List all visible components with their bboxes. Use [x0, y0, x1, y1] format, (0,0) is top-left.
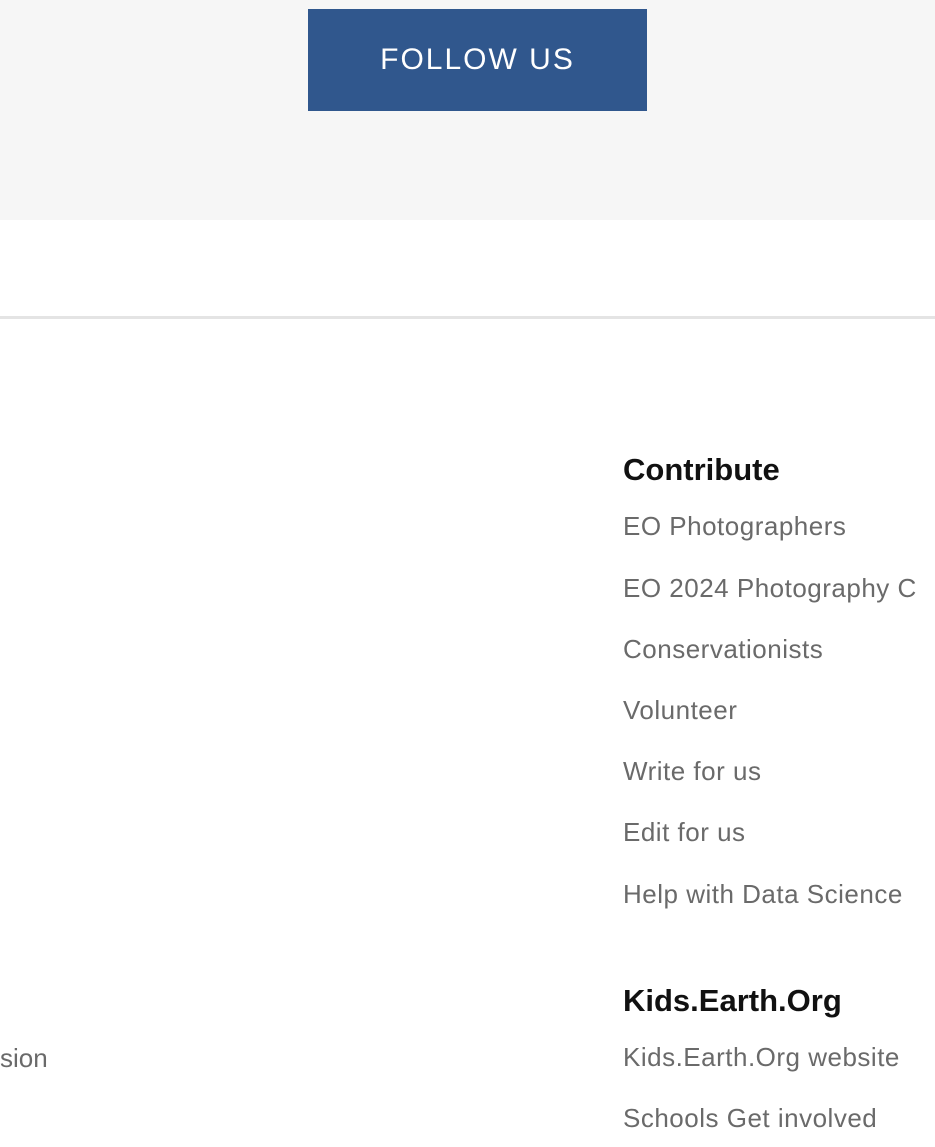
- data-science-link[interactable]: Help with Data Science: [623, 879, 903, 910]
- eo-photography-competition-link[interactable]: EO 2024 Photography C: [623, 573, 917, 604]
- section-divider: [0, 316, 935, 319]
- conservationists-link[interactable]: Conservationists: [623, 634, 823, 665]
- follow-section: FOLLOW US: [0, 0, 935, 220]
- write-for-us-link[interactable]: Write for us: [623, 756, 761, 787]
- follow-us-button[interactable]: FOLLOW US: [308, 9, 647, 111]
- contribute-heading: Contribute: [623, 452, 780, 487]
- schools-get-involved-link[interactable]: Schools Get involved: [623, 1103, 877, 1134]
- kids-website-link[interactable]: Kids.Earth.Org website: [623, 1042, 900, 1073]
- left-column-clipped-link[interactable]: sion: [0, 1043, 48, 1074]
- eo-photographers-link[interactable]: EO Photographers: [623, 511, 846, 542]
- volunteer-link[interactable]: Volunteer: [623, 695, 737, 726]
- kids-earth-org-heading: Kids.Earth.Org: [623, 983, 842, 1018]
- edit-for-us-link[interactable]: Edit for us: [623, 817, 746, 848]
